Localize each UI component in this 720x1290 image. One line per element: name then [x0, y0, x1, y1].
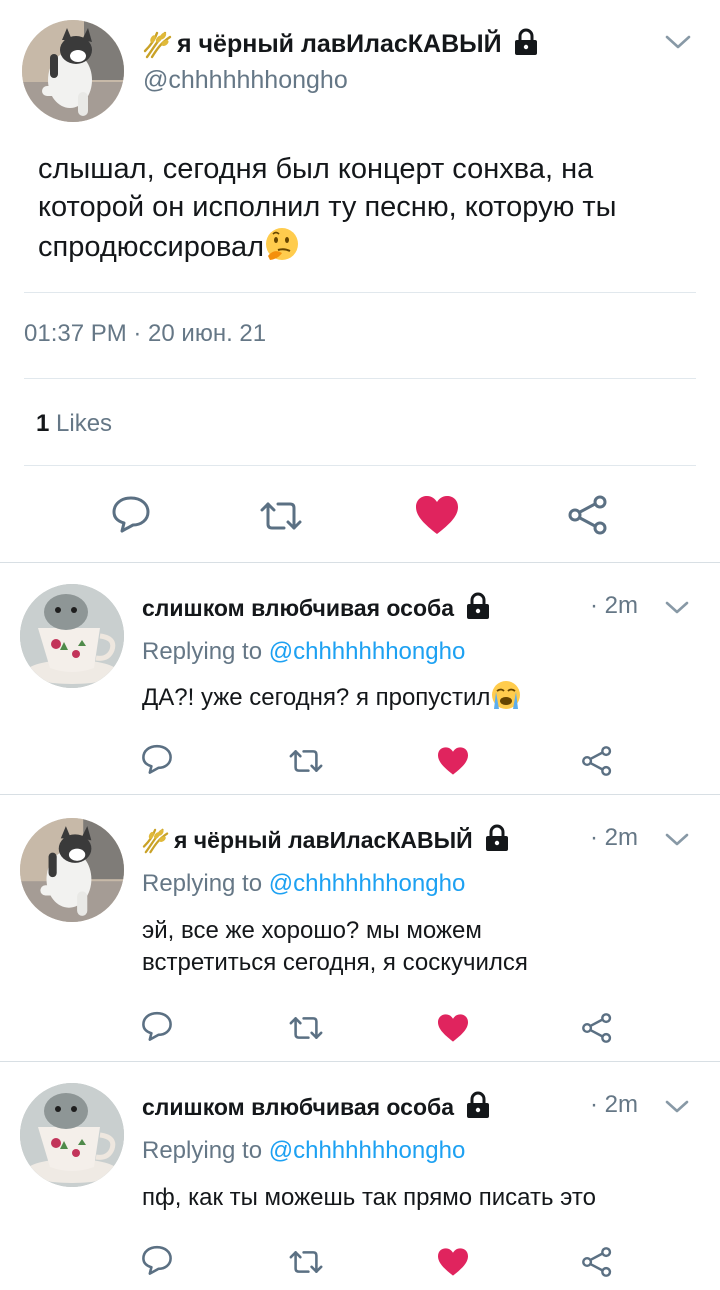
replying-prefix: Replying to [142, 1137, 263, 1164]
likes-count: 1 [36, 410, 50, 437]
comment-bubble-icon[interactable] [110, 494, 152, 539]
retweet-icon[interactable] [287, 745, 325, 782]
chevron-down-icon[interactable] [664, 599, 690, 622]
likes-label: Likes [56, 410, 113, 437]
chevron-down-icon[interactable] [664, 32, 692, 57]
lock-icon [512, 28, 540, 61]
replying-to-line: Replying to @chhhhhhhongho [142, 1137, 465, 1165]
heart-icon[interactable] [414, 494, 460, 541]
tweet-text-content: слышал, сегодня был концерт сонхва, на к… [38, 153, 617, 263]
comment-bubble-icon[interactable] [140, 1244, 174, 1281]
teacup-photo-icon [20, 1083, 124, 1187]
divider [24, 465, 696, 466]
mention-link[interactable]: @chhhhhhhongho [269, 638, 466, 665]
heart-icon[interactable] [436, 746, 470, 781]
author-name-line: слишком влюбчивая особа [142, 1091, 492, 1124]
thinking-face-emoji-icon [264, 226, 300, 272]
comment-bubble-icon[interactable] [140, 1010, 174, 1047]
reply-tweet[interactable]: слишком влюбчивая особа · 2m Replying to… [0, 1062, 720, 1290]
author-handle[interactable]: @chhhhhhhongho [143, 66, 348, 95]
author-name-line: слишком влюбчивая особа [142, 592, 492, 625]
lock-icon [483, 824, 511, 857]
replying-to-line: Replying to @chhhhhhhongho [142, 638, 465, 666]
cat-photo-icon [22, 20, 124, 122]
lock-icon [464, 1091, 492, 1124]
mention-link[interactable]: @chhhhhhhongho [269, 870, 466, 897]
likes-stat[interactable]: 1 Likes [36, 410, 112, 438]
mention-link[interactable]: @chhhhhhhongho [269, 1137, 466, 1164]
replying-prefix: Replying to [142, 870, 263, 897]
wheat-emoji-icon [142, 828, 170, 854]
share-icon[interactable] [580, 1012, 614, 1049]
reply-text: пф, как ты можешь так прямо писать это [142, 1184, 596, 1211]
retweet-icon[interactable] [258, 496, 304, 541]
share-icon[interactable] [580, 745, 614, 782]
chevron-down-icon[interactable] [664, 831, 690, 854]
retweet-icon[interactable] [287, 1246, 325, 1283]
reply-tweet[interactable]: я чёрный лавИласКАВЫЙ · 2m Replying to @… [0, 795, 720, 1061]
author-name[interactable]: слишком влюбчивая особа [142, 595, 454, 622]
author-name[interactable]: я чёрный лавИласКАВЫЙ [177, 30, 502, 59]
reply-time[interactable]: · 2m [590, 824, 638, 852]
heart-icon[interactable] [436, 1013, 470, 1048]
divider [24, 378, 696, 379]
tweet-timestamp: 01:37 PM · 20 июн. 21 [24, 320, 267, 347]
chevron-down-icon[interactable] [664, 1098, 690, 1121]
author-name-line: я чёрный лавИласКАВЫЙ [142, 824, 511, 857]
reply-text: ДА?! уже сегодня? я пропустил [142, 679, 702, 720]
retweet-icon[interactable] [287, 1012, 325, 1049]
lock-icon [464, 592, 492, 625]
reply-text-content: ДА?! уже сегодня? я пропустил [142, 684, 491, 711]
cat-photo-icon [20, 818, 124, 922]
author-name-line: я чёрный лавИласКАВЫЙ [143, 28, 540, 61]
replying-prefix: Replying to [142, 638, 263, 665]
author-avatar[interactable] [20, 584, 124, 688]
heart-icon[interactable] [436, 1247, 470, 1282]
reply-time[interactable]: · 2m [590, 592, 638, 620]
main-tweet: я чёрный лавИласКАВЫЙ @chhhhhhhongho слы… [0, 0, 720, 562]
author-avatar[interactable] [20, 1083, 124, 1187]
loudly-crying-face-emoji-icon [490, 679, 522, 720]
share-icon[interactable] [566, 494, 610, 541]
author-name[interactable]: я чёрный лавИласКАВЫЙ [174, 827, 473, 854]
share-icon[interactable] [580, 1246, 614, 1283]
teacup-photo-icon [20, 584, 124, 688]
wheat-emoji-icon [143, 31, 173, 59]
replying-to-line: Replying to @chhhhhhhongho [142, 870, 465, 898]
reply-tweet[interactable]: слишком влюбчивая особа · 2m Replying to… [0, 563, 720, 794]
author-name[interactable]: слишком влюбчивая особа [142, 1094, 454, 1121]
tweet-text: слышал, сегодня был концерт сонхва, на к… [38, 150, 688, 272]
reply-time[interactable]: · 2m [590, 1091, 638, 1119]
reply-text: эй, все же хорошо? мы можем встретиться … [142, 917, 528, 976]
divider [24, 292, 696, 293]
comment-bubble-icon[interactable] [140, 743, 174, 780]
author-avatar[interactable] [20, 818, 124, 922]
author-avatar[interactable] [22, 20, 124, 122]
